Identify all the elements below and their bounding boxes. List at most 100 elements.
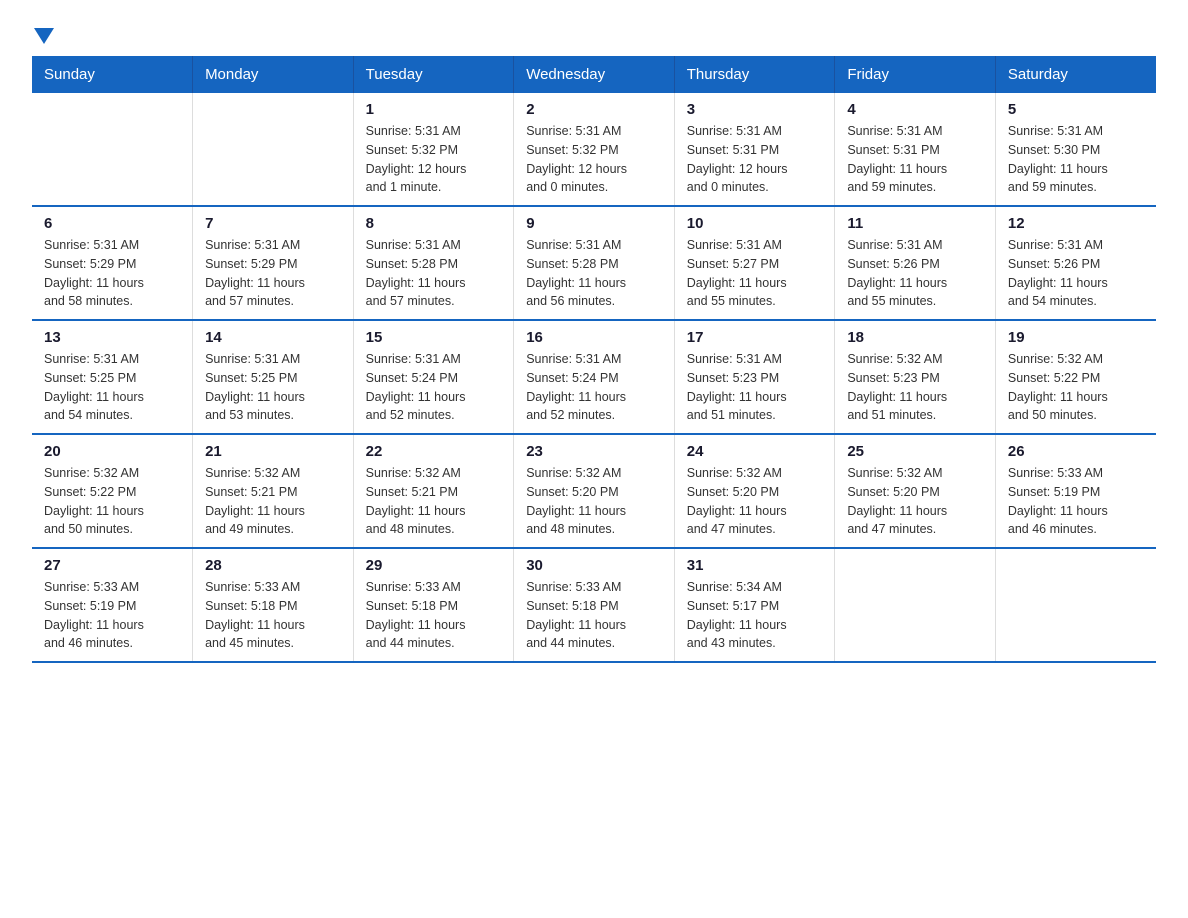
calendar-cell: 22 Sunrise: 5:32 AMSunset: 5:21 PMDayligh… [353,434,514,548]
calendar-cell: 7Sunrise: 5:31 AMSunset: 5:29 PMDaylight… [193,206,354,320]
day-info: Sunrise: 5:32 AMSunset: 5:21 PMDaylight:… [205,464,341,539]
day-info: Sunrise: 5:33 AMSunset: 5:18 PMDaylight:… [526,578,662,653]
day-number: 9 [526,215,662,232]
calendar-cell: 19 Sunrise: 5:32 AMSunset: 5:22 PMDayligh… [995,320,1156,434]
day-number: 8 [366,215,502,232]
day-number: 7 [205,215,341,232]
day-number: 2 [526,101,662,118]
day-number: 26 [1008,443,1144,460]
calendar-week-row: 1 Sunrise: 5:31 AMSunset: 5:32 PMDaylight… [32,93,1156,206]
calendar-cell: 3Sunrise: 5:31 AMSunset: 5:31 PMDaylight… [674,93,835,206]
day-number: 13 [44,329,180,346]
day-number: 5 [1008,101,1144,118]
day-info: Sunrise: 5:31 AMSunset: 5:25 PMDaylight:… [44,350,180,425]
calendar-cell: 26 Sunrise: 5:33 AMSunset: 5:19 PMDayligh… [995,434,1156,548]
calendar-cell: 21 Sunrise: 5:32 AMSunset: 5:21 PMDayligh… [193,434,354,548]
day-number: 10 [687,215,823,232]
calendar-week-row: 20Sunrise: 5:32 AMSunset: 5:22 PMDayligh… [32,434,1156,548]
calendar-header-row: SundayMondayTuesdayWednesdayThursdayFrid… [32,56,1156,93]
day-info: Sunrise: 5:33 AMSunset: 5:19 PMDaylight:… [1008,464,1144,539]
calendar-cell [32,93,193,206]
day-info: Sunrise: 5:33 AMSunset: 5:19 PMDaylight:… [44,578,180,653]
day-info: Sunrise: 5:31 AMSunset: 5:32 PMDaylight:… [366,122,502,197]
calendar-week-row: 27 Sunrise: 5:33 AMSunset: 5:19 PMDayligh… [32,548,1156,662]
calendar-cell: 30 Sunrise: 5:33 AMSunset: 5:18 PMDayligh… [514,548,675,662]
calendar-cell [835,548,996,662]
day-info: Sunrise: 5:31 AMSunset: 5:31 PMDaylight:… [847,122,983,197]
calendar-cell: 17Sunrise: 5:31 AMSunset: 5:23 PMDayligh… [674,320,835,434]
calendar-cell: 13 Sunrise: 5:31 AMSunset: 5:25 PMDayligh… [32,320,193,434]
day-number: 31 [687,557,823,574]
calendar-cell: 16 Sunrise: 5:31 AMSunset: 5:24 PMDayligh… [514,320,675,434]
weekday-header-tuesday: Tuesday [353,56,514,93]
day-info: Sunrise: 5:33 AMSunset: 5:18 PMDaylight:… [366,578,502,653]
calendar-cell: 8 Sunrise: 5:31 AMSunset: 5:28 PMDaylight… [353,206,514,320]
calendar-cell [995,548,1156,662]
calendar-table: SundayMondayTuesdayWednesdayThursdayFrid… [32,56,1156,663]
day-info: Sunrise: 5:32 AMSunset: 5:20 PMDaylight:… [847,464,983,539]
day-info: Sunrise: 5:33 AMSunset: 5:18 PMDaylight:… [205,578,341,653]
day-number: 22 [366,443,502,460]
calendar-cell: 6 Sunrise: 5:31 AMSunset: 5:29 PMDaylight… [32,206,193,320]
calendar-cell: 12 Sunrise: 5:31 AMSunset: 5:26 PMDayligh… [995,206,1156,320]
day-number: 12 [1008,215,1144,232]
page-header [32,24,1156,44]
day-info: Sunrise: 5:31 AMSunset: 5:29 PMDaylight:… [44,236,180,311]
day-info: Sunrise: 5:31 AMSunset: 5:32 PMDaylight:… [526,122,662,197]
day-info: Sunrise: 5:31 AMSunset: 5:25 PMDaylight:… [205,350,341,425]
day-number: 17 [687,329,823,346]
logo [32,24,54,44]
calendar-cell: 14 Sunrise: 5:31 AMSunset: 5:25 PMDayligh… [193,320,354,434]
calendar-cell: 9 Sunrise: 5:31 AMSunset: 5:28 PMDaylight… [514,206,675,320]
day-info: Sunrise: 5:31 AMSunset: 5:31 PMDaylight:… [687,122,823,197]
day-number: 29 [366,557,502,574]
day-info: Sunrise: 5:31 AMSunset: 5:24 PMDaylight:… [366,350,502,425]
weekday-header-friday: Friday [835,56,996,93]
day-number: 4 [847,101,983,118]
calendar-cell: 18 Sunrise: 5:32 AMSunset: 5:23 PMDayligh… [835,320,996,434]
calendar-cell: 5Sunrise: 5:31 AMSunset: 5:30 PMDaylight… [995,93,1156,206]
day-info: Sunrise: 5:32 AMSunset: 5:21 PMDaylight:… [366,464,502,539]
weekday-header-thursday: Thursday [674,56,835,93]
day-info: Sunrise: 5:31 AMSunset: 5:28 PMDaylight:… [526,236,662,311]
day-number: 30 [526,557,662,574]
day-number: 21 [205,443,341,460]
day-number: 1 [366,101,502,118]
day-number: 6 [44,215,180,232]
day-info: Sunrise: 5:31 AMSunset: 5:24 PMDaylight:… [526,350,662,425]
calendar-cell: 4 Sunrise: 5:31 AMSunset: 5:31 PMDaylight… [835,93,996,206]
weekday-header-wednesday: Wednesday [514,56,675,93]
day-info: Sunrise: 5:32 AMSunset: 5:23 PMDaylight:… [847,350,983,425]
day-number: 11 [847,215,983,232]
day-number: 14 [205,329,341,346]
calendar-cell: 10Sunrise: 5:31 AMSunset: 5:27 PMDayligh… [674,206,835,320]
calendar-cell: 20Sunrise: 5:32 AMSunset: 5:22 PMDayligh… [32,434,193,548]
day-info: Sunrise: 5:31 AMSunset: 5:28 PMDaylight:… [366,236,502,311]
day-number: 18 [847,329,983,346]
day-info: Sunrise: 5:31 AMSunset: 5:26 PMDaylight:… [1008,236,1144,311]
calendar-cell: 24 Sunrise: 5:32 AMSunset: 5:20 PMDayligh… [674,434,835,548]
calendar-cell: 23Sunrise: 5:32 AMSunset: 5:20 PMDayligh… [514,434,675,548]
day-number: 24 [687,443,823,460]
day-info: Sunrise: 5:32 AMSunset: 5:22 PMDaylight:… [1008,350,1144,425]
calendar-cell: 25Sunrise: 5:32 AMSunset: 5:20 PMDayligh… [835,434,996,548]
day-info: Sunrise: 5:34 AMSunset: 5:17 PMDaylight:… [687,578,823,653]
calendar-cell: 31 Sunrise: 5:34 AMSunset: 5:17 PMDayligh… [674,548,835,662]
calendar-week-row: 13 Sunrise: 5:31 AMSunset: 5:25 PMDayligh… [32,320,1156,434]
day-info: Sunrise: 5:32 AMSunset: 5:20 PMDaylight:… [687,464,823,539]
logo-triangle-icon [34,28,54,44]
day-number: 19 [1008,329,1144,346]
day-number: 27 [44,557,180,574]
calendar-week-row: 6 Sunrise: 5:31 AMSunset: 5:29 PMDaylight… [32,206,1156,320]
weekday-header-saturday: Saturday [995,56,1156,93]
calendar-cell: 29 Sunrise: 5:33 AMSunset: 5:18 PMDayligh… [353,548,514,662]
day-number: 20 [44,443,180,460]
calendar-cell: 28 Sunrise: 5:33 AMSunset: 5:18 PMDayligh… [193,548,354,662]
calendar-cell: 15Sunrise: 5:31 AMSunset: 5:24 PMDayligh… [353,320,514,434]
day-number: 16 [526,329,662,346]
weekday-header-monday: Monday [193,56,354,93]
calendar-cell: 11Sunrise: 5:31 AMSunset: 5:26 PMDayligh… [835,206,996,320]
calendar-cell [193,93,354,206]
calendar-cell: 2 Sunrise: 5:31 AMSunset: 5:32 PMDaylight… [514,93,675,206]
day-number: 28 [205,557,341,574]
